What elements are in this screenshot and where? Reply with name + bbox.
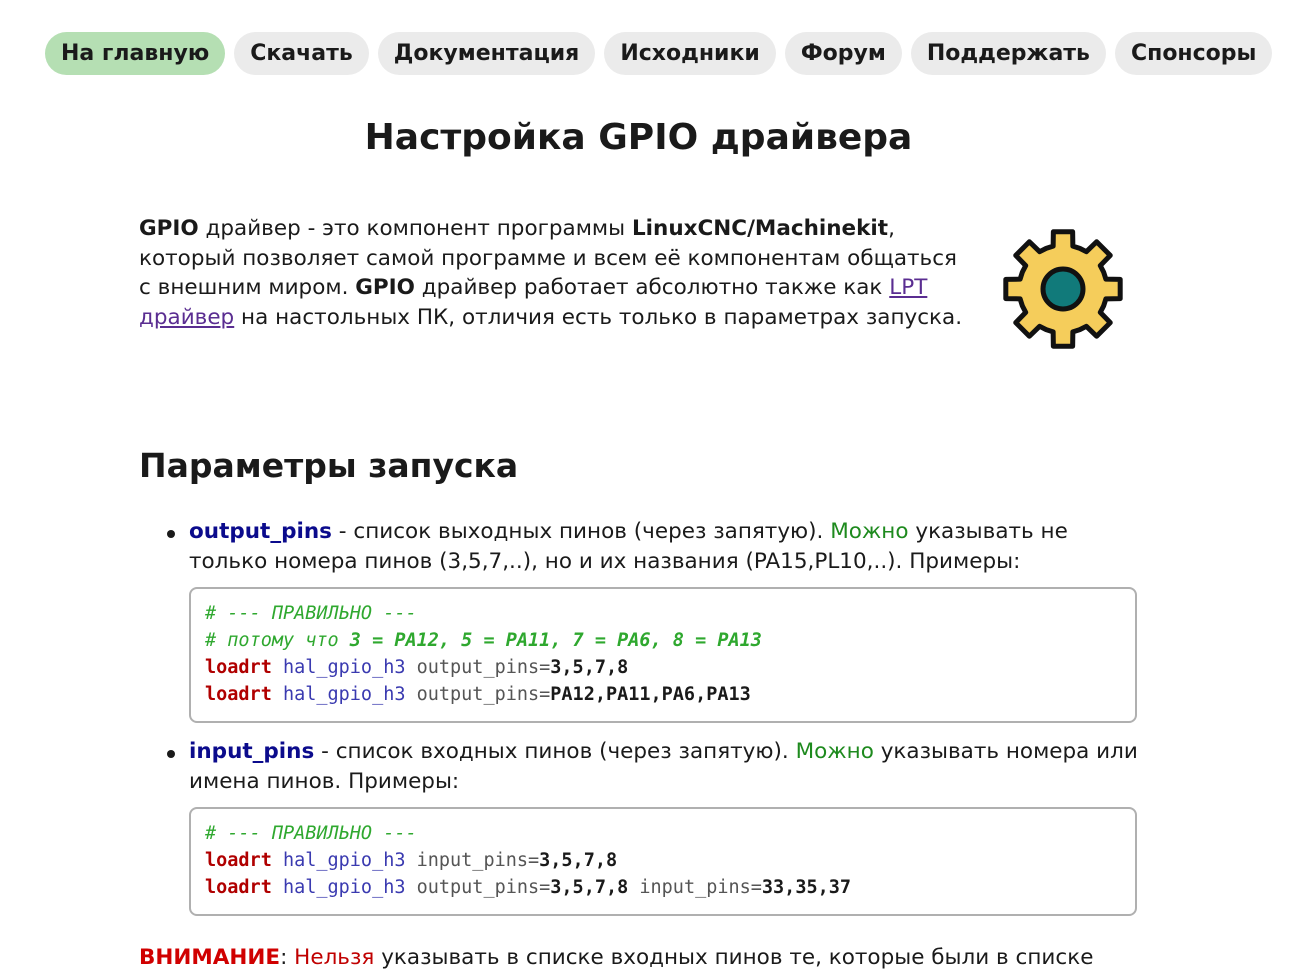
page-title: Настройка GPIO драйвера: [364, 117, 913, 158]
params-list: output_pins - список выходных пинов (чер…: [139, 517, 1139, 930]
code-block[interactable]: # --- ПРАВИЛЬНО --- loadrt hal_gpio_h3 i…: [189, 807, 1137, 916]
code-comment: # --- ПРАВИЛЬНО ---: [205, 823, 417, 844]
intro-program-name: LinuxCNC/Machinekit: [631, 216, 889, 241]
intro-gpio-term-2: GPIO: [355, 275, 415, 300]
code-comment: # --- ПРАВИЛЬНО ---: [205, 603, 417, 624]
list-item: input_pins - список входных пинов (через…: [139, 737, 1139, 916]
code-keyword: loadrt: [205, 850, 272, 871]
warning-text: ВНИМАНИЕ: Нельзя указывать в списке вход…: [139, 943, 1139, 973]
code-comment-mapping: 3 = PA12, 5 = PA11, 7 = PA6, 8 = PA13: [349, 630, 762, 651]
code-value: 3,5,7,8: [550, 657, 629, 678]
intro-gpio-term: GPIO: [139, 216, 199, 241]
section-title: Параметры запуска: [139, 446, 519, 485]
code-keyword: loadrt: [205, 877, 272, 898]
param-name-input-pins: input_pins: [189, 739, 315, 764]
code-keyword: loadrt: [205, 657, 272, 678]
nav-home[interactable]: На главную: [45, 32, 226, 75]
param-desc-1: - список входных пинов (через запятую).: [314, 739, 796, 764]
code-block[interactable]: # --- ПРАВИЛЬНО --- # потому что 3 = PA1…: [189, 587, 1137, 723]
nav-documentation[interactable]: Документация: [377, 32, 596, 75]
gear-hub: [1040, 266, 1086, 312]
bullet-marker: [167, 530, 175, 538]
code-keyword: loadrt: [205, 684, 272, 705]
bullet-marker: [167, 750, 175, 758]
code-arg: output_pins=: [405, 684, 551, 705]
code-arg: input_pins=: [405, 850, 540, 871]
top-nav: На главную Скачать Документация Исходник…: [45, 32, 1273, 75]
code-comment: # потому что 3 = PA12, 5 = PA11, 7 = PA6…: [205, 630, 762, 651]
warning-body: указывать в списке входных пинов те, кот…: [374, 945, 1094, 970]
code-value: PA12,PA11,PA6,PA13: [550, 684, 751, 705]
code-arg: output_pins=: [405, 877, 551, 898]
list-item: output_pins - список выходных пинов (чер…: [139, 517, 1139, 723]
warning-cannot: Нельзя: [294, 945, 375, 970]
code-module: hal_gpio_h3: [271, 684, 406, 705]
nav-download[interactable]: Скачать: [234, 32, 369, 75]
code-value: 3,5,7,8: [550, 877, 629, 898]
nav-support[interactable]: Поддержать: [910, 32, 1106, 75]
param-can-label: Можно: [795, 739, 874, 764]
code-arg: input_pins=: [628, 877, 762, 898]
warning-label: ВНИМАНИЕ: [139, 945, 281, 970]
param-desc-1: - список выходных пинов (через запятую).: [331, 519, 831, 544]
code-comment-prefix: # потому что: [205, 630, 350, 651]
intro-text-3: драйвер работает абсолютно также как: [414, 275, 890, 300]
warning-colon: :: [280, 945, 295, 970]
code-module: hal_gpio_h3: [271, 657, 406, 678]
code-value: 3,5,7,8: [539, 850, 618, 871]
code-value: 33,35,37: [761, 877, 852, 898]
intro-text-1: драйвер - это компонент программы: [198, 216, 632, 241]
intro-paragraph: GPIO драйвер - это компонент программы L…: [139, 214, 969, 332]
param-can-label: Можно: [830, 519, 909, 544]
code-module: hal_gpio_h3: [271, 850, 406, 871]
code-arg: output_pins=: [405, 657, 551, 678]
code-module: hal_gpio_h3: [271, 877, 406, 898]
param-name-output-pins: output_pins: [189, 519, 332, 544]
nav-forum[interactable]: Форум: [784, 32, 902, 75]
intro-text-4: на настольных ПК, отличия есть только в …: [234, 304, 963, 330]
nav-sources[interactable]: Исходники: [604, 32, 776, 75]
gear-icon: [1003, 229, 1123, 349]
nav-sponsors[interactable]: Спонсоры: [1114, 32, 1273, 75]
